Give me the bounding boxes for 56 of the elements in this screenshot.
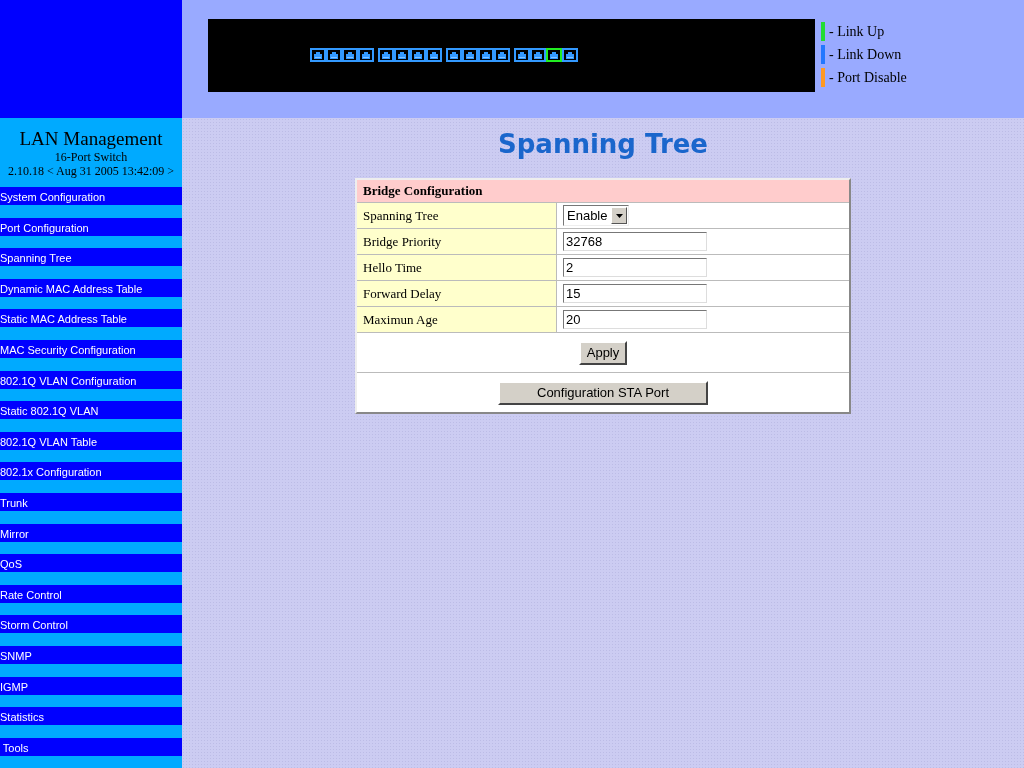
- sidebar-item[interactable]: Static MAC Address Table: [0, 309, 182, 328]
- legend-label: - Port Disable: [829, 69, 907, 86]
- sidebar-item[interactable]: IGMP: [0, 676, 182, 695]
- input-field[interactable]: 32768: [563, 232, 707, 251]
- port-icon[interactable]: [462, 47, 478, 62]
- port-icon[interactable]: [394, 47, 410, 62]
- port-icon[interactable]: [378, 47, 394, 62]
- port-icon[interactable]: [494, 47, 510, 62]
- field-label: Spanning Tree: [357, 203, 557, 228]
- legend-label: - Link Down: [829, 46, 902, 63]
- sidebar-item[interactable]: Dynamic MAC Address Table: [0, 278, 182, 297]
- sidebar-item[interactable]: 802.1Q VLAN Configuration: [0, 370, 182, 389]
- firmware-version: 2.10.18 < Aug 31 2005 13:42:09 >: [6, 163, 176, 178]
- sidebar-item[interactable]: Rate Control: [0, 584, 182, 603]
- caret-icon: [611, 207, 628, 224]
- port-icon[interactable]: [326, 47, 342, 62]
- table-heading: Bridge Configuration: [357, 180, 849, 203]
- port-icon[interactable]: [562, 47, 578, 62]
- input-field[interactable]: 15: [563, 284, 707, 303]
- field-label: Forward Delay: [357, 281, 557, 306]
- port-icon[interactable]: [514, 47, 530, 62]
- port-icon[interactable]: [446, 47, 462, 62]
- sidebar-item[interactable]: Storm Control: [0, 615, 182, 634]
- sidebar-item[interactable]: Statistics: [0, 707, 182, 726]
- input-field[interactable]: 20: [563, 310, 707, 329]
- port-icon[interactable]: [530, 47, 546, 62]
- port-icon[interactable]: [546, 47, 562, 62]
- sidebar-item[interactable]: Port Configuration: [0, 217, 182, 236]
- sidebar-item[interactable]: SNMP: [0, 645, 182, 664]
- sidebar-item[interactable]: QoS: [0, 554, 182, 573]
- input-field[interactable]: 2: [563, 258, 707, 277]
- sidebar-item[interactable]: Mirror: [0, 523, 182, 542]
- field-label: Maximun Age: [357, 307, 557, 332]
- dropdown[interactable]: Enable: [563, 205, 630, 226]
- field-label: Hello Time: [357, 255, 557, 280]
- field-label: Bridge Priority: [357, 229, 557, 254]
- sidebar-item[interactable]: 802.1Q VLAN Table: [0, 431, 182, 450]
- app-title: LAN Management: [18, 127, 164, 150]
- sidebar-item[interactable]: Spanning Tree: [0, 248, 182, 267]
- sidebar-item[interactable]: Tools: [0, 737, 182, 756]
- port-icon[interactable]: [478, 47, 494, 62]
- port-icon[interactable]: [410, 47, 426, 62]
- port-icon[interactable]: [426, 47, 442, 62]
- legend-label: - Link Up: [829, 23, 885, 40]
- port-icon[interactable]: [310, 47, 326, 62]
- model-name: 16-Port Switch: [53, 149, 129, 164]
- apply-button[interactable]: Apply: [578, 340, 628, 365]
- sidebar-item[interactable]: Static 802.1Q VLAN: [0, 401, 182, 420]
- sta-port-button[interactable]: Configuration STA Port: [498, 380, 708, 405]
- page-title: Spanning Tree: [498, 128, 708, 160]
- sidebar-item[interactable]: 802.1x Configuration: [0, 462, 182, 481]
- port-icon[interactable]: [358, 47, 374, 62]
- sidebar-item[interactable]: System Configuration: [0, 187, 182, 205]
- sidebar-item[interactable]: MAC Security Configuration: [0, 339, 182, 358]
- sidebar-item[interactable]: Trunk: [0, 492, 182, 511]
- port-icon[interactable]: [342, 47, 358, 62]
